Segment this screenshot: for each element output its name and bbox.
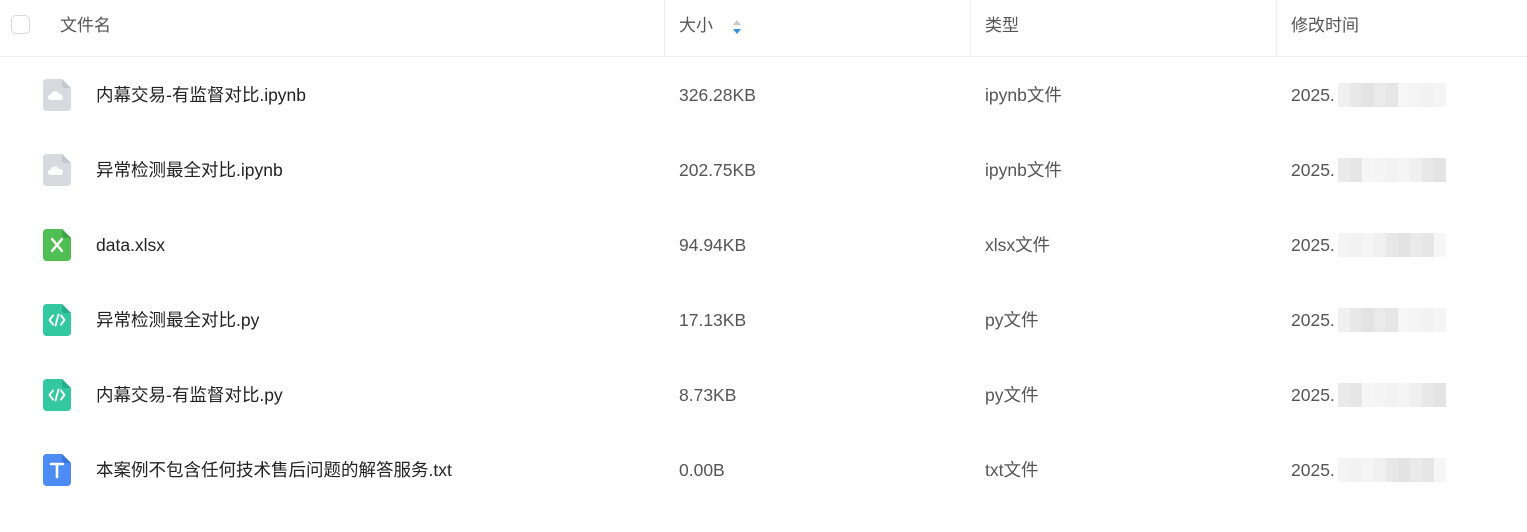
table-header: 文件名 大小 类型 修改时间 [0, 0, 1527, 57]
file-type: txt文件 [985, 460, 1039, 480]
select-all-checkbox[interactable] [11, 15, 30, 34]
table-row[interactable]: 内幕交易-有监督对比.py 8.73KB py文件 2025. [0, 358, 1527, 433]
file-type: xlsx文件 [985, 235, 1051, 255]
table-row[interactable]: 本案例不包含任何技术售后问题的解答服务.txt 0.00B txt文件 2025. [0, 433, 1527, 508]
sort-icon[interactable] [732, 19, 742, 35]
column-divider [970, 0, 971, 56]
excel-file-icon [43, 229, 71, 261]
column-divider [1276, 0, 1277, 56]
file-modified: 2025. [1291, 385, 1335, 405]
table-row[interactable]: data.xlsx 94.94KB xlsx文件 2025. [0, 208, 1527, 283]
file-size: 17.13KB [679, 310, 747, 330]
file-name[interactable]: 异常检测最全对比.py [96, 283, 259, 358]
file-type: ipynb文件 [985, 160, 1062, 180]
table-row[interactable]: 内幕交易-有监督对比.ipynb 326.28KB ipynb文件 2025. [0, 58, 1527, 133]
column-divider [664, 0, 665, 56]
table-row[interactable]: 异常检测最全对比.py 17.13KB py文件 2025. [0, 283, 1527, 358]
file-size: 94.94KB [679, 235, 747, 255]
table-row[interactable]: 异常检测最全对比.ipynb 202.75KB ipynb文件 2025. [0, 133, 1527, 208]
file-modified: 2025. [1291, 85, 1335, 105]
file-modified: 2025. [1291, 160, 1335, 180]
file-size: 326.28KB [679, 85, 756, 105]
file-type: ipynb文件 [985, 85, 1062, 105]
file-type: py文件 [985, 385, 1039, 405]
file-modified: 2025. [1291, 235, 1335, 255]
file-type: py文件 [985, 310, 1039, 330]
file-modified: 2025. [1291, 460, 1335, 480]
file-size: 8.73KB [679, 385, 737, 405]
column-header-name[interactable]: 文件名 [60, 0, 111, 56]
redacted-timestamp [1338, 158, 1446, 182]
redacted-timestamp [1338, 83, 1446, 107]
redacted-timestamp [1338, 383, 1446, 407]
cloud-file-icon [43, 154, 71, 186]
column-header-modified[interactable]: 修改时间 [1291, 0, 1359, 56]
code-file-icon [43, 304, 71, 336]
file-name[interactable]: 内幕交易-有监督对比.ipynb [96, 58, 306, 133]
file-size: 202.75KB [679, 160, 756, 180]
column-header-type[interactable]: 类型 [985, 0, 1019, 56]
file-name[interactable]: 异常检测最全对比.ipynb [96, 133, 283, 208]
file-table: 文件名 大小 类型 修改时间 内幕交易-有监督对比.ipynb 326.28KB i… [0, 0, 1527, 486]
redacted-timestamp [1338, 458, 1446, 482]
text-file-icon [43, 454, 71, 486]
cloud-file-icon [43, 79, 71, 111]
redacted-timestamp [1338, 233, 1446, 257]
redacted-timestamp [1338, 308, 1446, 332]
file-size: 0.00B [679, 460, 725, 480]
file-modified: 2025. [1291, 310, 1335, 330]
column-header-size[interactable]: 大小 [679, 0, 713, 56]
code-file-icon [43, 379, 71, 411]
file-name[interactable]: 本案例不包含任何技术售后问题的解答服务.txt [96, 433, 452, 508]
file-name[interactable]: 内幕交易-有监督对比.py [96, 358, 283, 433]
file-name[interactable]: data.xlsx [96, 208, 165, 283]
